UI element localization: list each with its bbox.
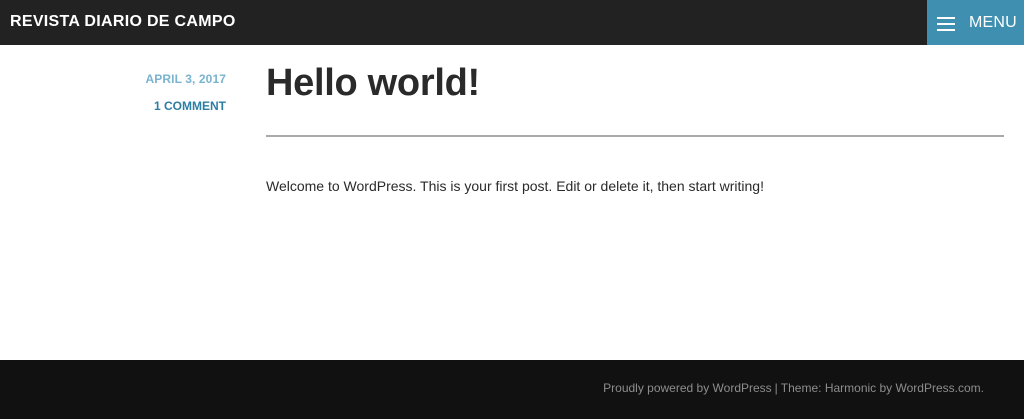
footer-separator: | [774, 381, 778, 395]
menu-button[interactable]: MENU [927, 0, 1024, 45]
title-divider [266, 135, 1004, 137]
post-content: Welcome to WordPress. This is your first… [266, 178, 764, 194]
site-info: Proudly powered by WordPress | Theme: Harm… [603, 381, 984, 395]
powered-by-link[interactable]: Proudly powered by WordPress [603, 381, 772, 395]
post-date-link[interactable]: APRIL 3, 2017 [146, 72, 226, 86]
site-footer: Proudly powered by WordPress | Theme: Harm… [0, 360, 1024, 419]
footer-period: . [980, 381, 984, 395]
site-title-link[interactable]: REVISTA DIARIO DE CAMPO [10, 13, 236, 31]
hamburger-icon [937, 16, 955, 31]
theme-author-link[interactable]: WordPress.com [896, 381, 981, 395]
menu-label: MENU [969, 13, 1017, 31]
entry-meta: APRIL 3, 2017 1 COMMENT [146, 72, 226, 113]
site-header: REVISTA DIARIO DE CAMPO MENU [0, 0, 1024, 45]
theme-credit: Theme: Harmonic by [780, 381, 893, 395]
page: REVISTA DIARIO DE CAMPO MENU APRIL 3, 20… [0, 0, 1024, 419]
comments-link[interactable]: 1 COMMENT [146, 99, 226, 113]
post-title: Hello world! [266, 62, 480, 104]
